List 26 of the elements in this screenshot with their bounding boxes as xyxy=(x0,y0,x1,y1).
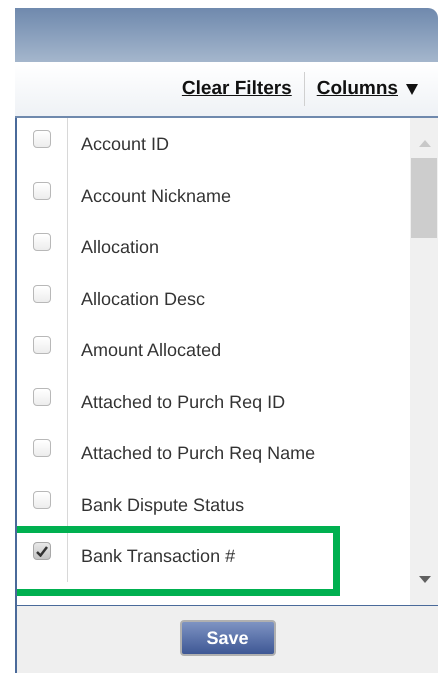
checkbox[interactable] xyxy=(33,182,51,200)
dropdown-caret-icon[interactable] xyxy=(406,84,418,94)
column-option-label[interactable]: Attached to Purch Req ID xyxy=(68,376,286,427)
column-option-label[interactable]: Allocation Desc xyxy=(68,272,206,324)
checkbox[interactable] xyxy=(33,542,51,560)
scroll-up-icon[interactable] xyxy=(419,140,431,147)
column-option-label[interactable]: Account Nickname xyxy=(68,170,232,221)
columns-menu-button[interactable]: Columns xyxy=(316,74,418,104)
clear-filters-link[interactable]: Clear Filters xyxy=(182,74,292,104)
checkbox[interactable] xyxy=(33,130,51,148)
checkbox[interactable] xyxy=(33,490,51,508)
column-option-label[interactable]: Bank Transaction # xyxy=(68,530,236,582)
scrollbar[interactable] xyxy=(410,118,438,605)
column-option-label[interactable]: Amount Allocated xyxy=(68,324,222,376)
checkbox[interactable] xyxy=(33,439,51,457)
column-option-label[interactable]: Bank Dispute Status xyxy=(68,478,244,530)
save-button[interactable]: Save xyxy=(180,620,276,656)
scroll-down-icon[interactable] xyxy=(419,576,431,583)
column-option-label[interactable]: Account ID xyxy=(68,118,170,170)
checkbox[interactable] xyxy=(33,284,51,302)
scroll-thumb[interactable] xyxy=(411,158,437,238)
checkbox[interactable] xyxy=(33,233,51,251)
checkbox[interactable] xyxy=(33,336,51,354)
column-option-label[interactable]: Allocation xyxy=(68,221,160,272)
checkbox[interactable] xyxy=(33,388,51,406)
column-option-label[interactable]: Attached to Purch Req Name xyxy=(68,427,316,478)
